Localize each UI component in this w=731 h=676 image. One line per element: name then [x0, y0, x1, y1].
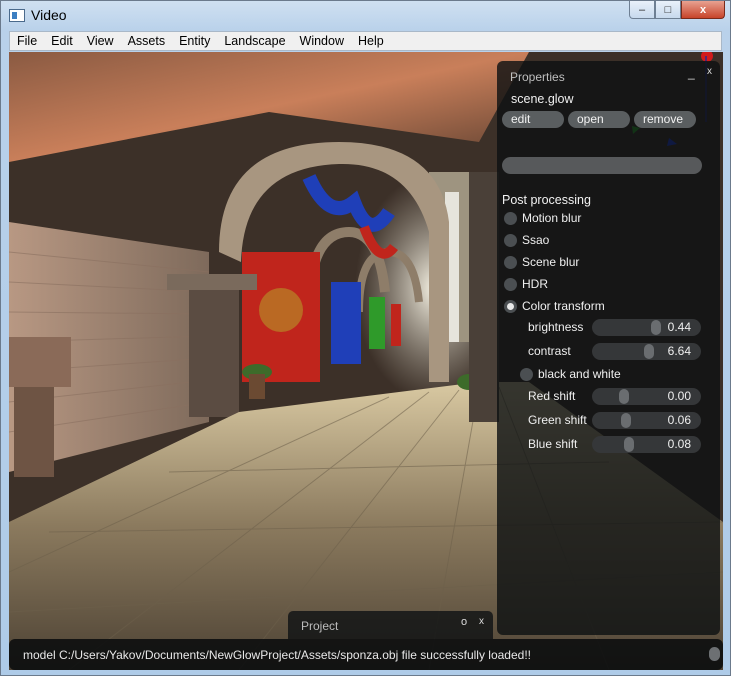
menu-bar: File Edit View Assets Entity Landscape W… [9, 31, 722, 51]
green-shift-track[interactable]: 0.06 [592, 412, 701, 429]
contrast-thumb[interactable] [644, 344, 654, 359]
color-transform-label: Color transform [522, 299, 605, 313]
brightness-thumb[interactable] [651, 320, 661, 335]
hdr-checkbox[interactable] [504, 277, 517, 291]
scene-blur-label: Scene blur [522, 255, 580, 269]
blue-shift-track[interactable]: 0.08 [592, 436, 701, 453]
window-controls: – □ x [629, 1, 725, 21]
properties-minimize-button[interactable]: _ [688, 66, 695, 80]
red-shift-track[interactable]: 0.00 [592, 388, 701, 405]
project-title[interactable]: Project [301, 619, 338, 633]
contrast-value: 6.64 [667, 344, 691, 358]
close-button[interactable]: x [681, 1, 725, 19]
open-button[interactable]: open [568, 111, 630, 128]
black-and-white-option[interactable]: black and white [520, 366, 621, 382]
menu-window[interactable]: Window [293, 34, 351, 48]
remove-button[interactable]: remove [634, 111, 696, 128]
blue-shift-slider[interactable]: Blue shift 0.08 [520, 436, 701, 453]
brightness-value: 0.44 [667, 320, 691, 334]
green-shift-label: Green shift [528, 413, 587, 427]
status-message: model C:/Users/Yakov/Documents/NewGlowPr… [23, 648, 531, 662]
brightness-slider[interactable]: brightness 0.44 [520, 319, 701, 336]
green-shift-slider[interactable]: Green shift 0.06 [520, 412, 701, 429]
maximize-button[interactable]: □ [655, 1, 681, 19]
properties-panel: Properties _ x scene.glow edit open remo… [497, 61, 720, 635]
menu-file[interactable]: File [10, 34, 44, 48]
scene-blur-option[interactable]: Scene blur [504, 254, 579, 270]
contrast-label: contrast [528, 344, 571, 358]
edit-button[interactable]: edit [502, 111, 564, 128]
scene-viewport[interactable]: Properties _ x scene.glow edit open remo… [9, 52, 723, 670]
hdr-label: HDR [522, 277, 548, 291]
color-transform-option[interactable]: Color transform [504, 298, 605, 314]
hdr-option[interactable]: HDR [504, 276, 548, 292]
project-close-button[interactable]: x [479, 616, 484, 627]
scene-blur-checkbox[interactable] [504, 255, 517, 269]
ssao-checkbox[interactable] [504, 233, 517, 247]
red-shift-thumb[interactable] [619, 389, 629, 404]
blue-shift-label: Blue shift [528, 437, 578, 451]
menu-view[interactable]: View [80, 34, 121, 48]
black-and-white-checkbox[interactable] [520, 367, 533, 381]
menu-help[interactable]: Help [351, 34, 391, 48]
scene-filename: scene.glow [511, 92, 574, 106]
menu-assets[interactable]: Assets [121, 34, 173, 48]
menu-landscape[interactable]: Landscape [217, 34, 292, 48]
blue-shift-value: 0.08 [667, 437, 691, 451]
motion-blur-option[interactable]: Motion blur [504, 210, 581, 226]
ssao-option[interactable]: Ssao [504, 232, 549, 248]
green-shift-value: 0.06 [667, 413, 691, 427]
project-panel-tab[interactable]: Project o x [288, 611, 493, 639]
properties-title[interactable]: Properties [510, 70, 565, 84]
empty-field[interactable] [502, 157, 702, 174]
minimize-button[interactable]: – [629, 1, 655, 19]
motion-blur-checkbox[interactable] [504, 211, 517, 225]
menu-entity[interactable]: Entity [172, 34, 217, 48]
project-collapse-button[interactable]: o [461, 616, 467, 628]
app-window: Video – □ x File Edit View Assets Entity… [0, 0, 731, 676]
color-transform-checkbox[interactable] [504, 299, 517, 313]
contrast-track[interactable]: 6.64 [592, 343, 701, 360]
contrast-slider[interactable]: contrast 6.64 [520, 343, 701, 360]
brightness-label: brightness [528, 320, 584, 334]
red-shift-value: 0.00 [667, 389, 691, 403]
status-bar: model C:/Users/Yakov/Documents/NewGlowPr… [9, 639, 723, 670]
green-shift-thumb[interactable] [621, 413, 631, 428]
brightness-track[interactable]: 0.44 [592, 319, 701, 336]
black-and-white-label: black and white [538, 367, 621, 381]
blue-shift-thumb[interactable] [624, 437, 634, 452]
post-processing-heading: Post processing [502, 193, 591, 207]
properties-close-button[interactable]: x [707, 66, 712, 77]
status-scroll-handle[interactable] [709, 647, 720, 661]
red-shift-label: Red shift [528, 389, 576, 403]
title-bar[interactable]: Video – □ x [1, 1, 730, 31]
red-shift-slider[interactable]: Red shift 0.00 [520, 388, 701, 405]
window-title: Video [31, 7, 67, 23]
menu-edit[interactable]: Edit [44, 34, 80, 48]
app-icon [9, 9, 25, 22]
motion-blur-label: Motion blur [522, 211, 582, 225]
ssao-label: Ssao [522, 233, 550, 247]
